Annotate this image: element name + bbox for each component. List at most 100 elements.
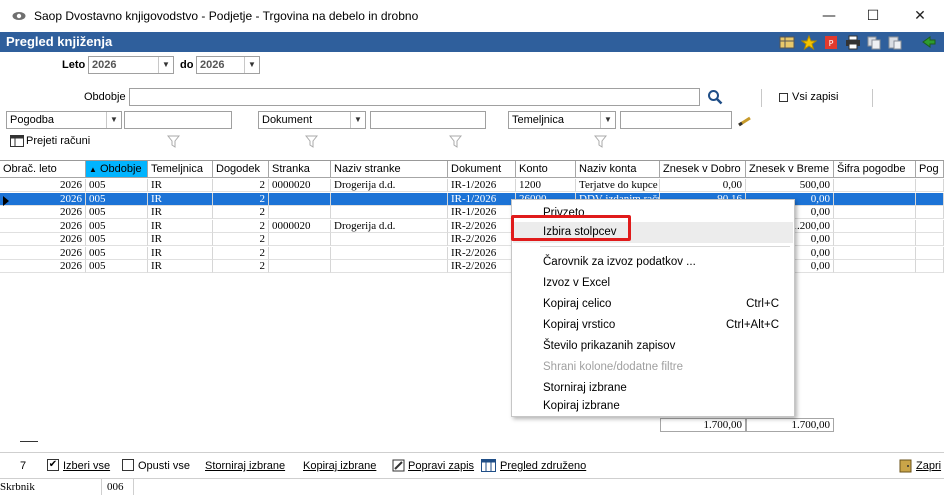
col-header-temeljnica[interactable]: Temeljnica bbox=[148, 161, 213, 178]
filter-icon[interactable] bbox=[305, 135, 318, 148]
table-cell[interactable]: IR-1/2026 bbox=[448, 206, 516, 219]
table-cell[interactable] bbox=[269, 192, 331, 206]
star-icon[interactable] bbox=[801, 35, 817, 50]
table-cell[interactable]: Terjatve do kupce bbox=[576, 179, 660, 192]
table-cell[interactable]: 0000020 bbox=[269, 219, 331, 233]
popravi-zapis-button[interactable]: Popravi zapis bbox=[408, 460, 474, 472]
table-cell[interactable] bbox=[331, 206, 448, 219]
table-cell[interactable] bbox=[916, 179, 944, 192]
col-header-obrac-leto[interactable]: Obrač. leto bbox=[0, 161, 86, 178]
table-cell[interactable]: IR bbox=[148, 233, 213, 246]
table-cell[interactable]: IR bbox=[148, 206, 213, 219]
dokument-input[interactable] bbox=[370, 111, 486, 129]
pogodba-combo[interactable]: Pogodba ▼ bbox=[6, 111, 122, 129]
chevron-down-icon[interactable]: ▼ bbox=[244, 57, 259, 73]
table-cell[interactable]: IR bbox=[148, 260, 213, 273]
table-cell[interactable]: 005 bbox=[86, 179, 148, 192]
table-cell[interactable]: IR-2/2026 bbox=[448, 233, 516, 246]
table-cell[interactable] bbox=[269, 233, 331, 246]
pregled-zdruzeno-button[interactable]: Pregled združeno bbox=[500, 460, 586, 472]
close-button[interactable]: ✕ bbox=[905, 4, 935, 28]
collapse-bar-icon[interactable] bbox=[20, 441, 38, 442]
table-cell[interactable]: IR-1/2026 bbox=[448, 179, 516, 192]
table-cell[interactable] bbox=[834, 206, 916, 219]
menu-item-stevilo-zapisov[interactable]: Število prikazanih zapisov bbox=[513, 336, 793, 357]
col-header-dokument[interactable]: Dokument bbox=[448, 161, 516, 178]
table-cell[interactable]: 2026 bbox=[0, 179, 86, 192]
table-cell[interactable] bbox=[331, 260, 448, 273]
table-cell[interactable]: 2 bbox=[213, 246, 269, 260]
table-cell[interactable] bbox=[834, 260, 916, 273]
paste-icon[interactable] bbox=[887, 35, 903, 50]
table-cell[interactable]: 500,00 bbox=[746, 179, 834, 192]
close-door-icon[interactable] bbox=[898, 458, 914, 473]
table-cell[interactable]: 2026 bbox=[0, 192, 86, 206]
table-cell[interactable]: 0000020 bbox=[269, 179, 331, 192]
menu-item-kopiraj-celico[interactable]: Kopiraj celico Ctrl+C bbox=[513, 294, 793, 315]
table-cell[interactable]: Drogerija d.d. bbox=[331, 219, 448, 233]
temeljnica-input[interactable] bbox=[620, 111, 732, 129]
table-cell[interactable]: IR bbox=[148, 219, 213, 233]
izberi-vse-button[interactable]: Izberi vse bbox=[63, 460, 110, 472]
zapri-button[interactable]: Zapri bbox=[916, 460, 941, 472]
table-cell[interactable]: 005 bbox=[86, 192, 148, 206]
chevron-down-icon[interactable]: ▼ bbox=[350, 112, 365, 128]
table-cell[interactable]: 1200 bbox=[516, 179, 576, 192]
grid-icon[interactable] bbox=[779, 35, 795, 50]
izberi-vse-checkbox[interactable]: ✔ bbox=[47, 459, 59, 471]
pencil-icon[interactable] bbox=[736, 114, 754, 128]
table-cell[interactable] bbox=[331, 246, 448, 260]
table-cell[interactable]: 005 bbox=[86, 206, 148, 219]
table-cell[interactable] bbox=[916, 206, 944, 219]
pogodba-input[interactable] bbox=[124, 111, 232, 129]
table-cell[interactable]: 2 bbox=[213, 192, 269, 206]
exit-icon[interactable] bbox=[921, 35, 937, 50]
table-cell[interactable]: IR bbox=[148, 246, 213, 260]
maximize-button[interactable]: ☐ bbox=[858, 4, 888, 28]
menu-item-carovnik[interactable]: Čarovnik za izvoz podatkov ... bbox=[513, 252, 793, 273]
table-cell[interactable] bbox=[834, 179, 916, 192]
table-cell[interactable]: 2026 bbox=[0, 206, 86, 219]
table-cell[interactable] bbox=[916, 233, 944, 246]
table-cell[interactable]: 0,00 bbox=[660, 179, 746, 192]
storniraj-izbrane-button[interactable]: Storniraj izbrane bbox=[205, 460, 285, 472]
search-icon[interactable] bbox=[707, 89, 723, 105]
table-cell[interactable] bbox=[834, 219, 916, 233]
table-cell[interactable]: 005 bbox=[86, 233, 148, 246]
col-header-obdobje[interactable]: ▲ Obdobje bbox=[86, 161, 148, 178]
table-cell[interactable]: IR bbox=[148, 192, 213, 206]
table-cell[interactable]: 2 bbox=[213, 260, 269, 273]
table-cell[interactable]: 2 bbox=[213, 233, 269, 246]
table-cell[interactable] bbox=[331, 192, 448, 206]
chevron-down-icon[interactable]: ▼ bbox=[600, 112, 615, 128]
copy-icon[interactable] bbox=[866, 35, 882, 50]
kopiraj-izbrane-button[interactable]: Kopiraj izbrane bbox=[303, 460, 376, 472]
col-header-naziv-konta[interactable]: Naziv konta bbox=[576, 161, 660, 178]
opusti-vse-button[interactable]: Opusti vse bbox=[138, 460, 190, 472]
table-cell[interactable] bbox=[916, 260, 944, 273]
col-header-znesek-breme[interactable]: Znesek v Breme bbox=[746, 161, 834, 178]
opusti-vse-checkbox[interactable] bbox=[122, 459, 134, 471]
table-cell[interactable]: 2026 bbox=[0, 233, 86, 246]
table-cell[interactable] bbox=[916, 192, 944, 206]
table-cell[interactable]: 2026 bbox=[0, 219, 86, 233]
obdobje-input[interactable] bbox=[129, 88, 700, 106]
table-cell[interactable] bbox=[834, 233, 916, 246]
col-header-naziv-stranke[interactable]: Naziv stranke bbox=[331, 161, 448, 178]
table-cell[interactable] bbox=[269, 206, 331, 219]
table-cell[interactable]: 005 bbox=[86, 219, 148, 233]
edit-icon[interactable] bbox=[392, 459, 405, 472]
table-cell[interactable]: 005 bbox=[86, 260, 148, 273]
table-cell[interactable] bbox=[916, 219, 944, 233]
col-header-konto[interactable]: Konto bbox=[516, 161, 576, 178]
filter-icon[interactable] bbox=[167, 135, 180, 148]
table-cell[interactable]: 2026 bbox=[0, 246, 86, 260]
leto-to-combo[interactable]: 2026 ▼ bbox=[196, 56, 260, 74]
table-cell[interactable] bbox=[916, 246, 944, 260]
menu-item-kopiraj-vrstico[interactable]: Kopiraj vrstico Ctrl+Alt+C bbox=[513, 315, 793, 336]
col-header-znesek-dobro[interactable]: Znesek v Dobro bbox=[660, 161, 746, 178]
table-cell[interactable]: 005 bbox=[86, 246, 148, 260]
table-cell[interactable] bbox=[269, 260, 331, 273]
table-cell[interactable]: 2 bbox=[213, 179, 269, 192]
table-cell[interactable]: IR-2/2026 bbox=[448, 219, 516, 233]
